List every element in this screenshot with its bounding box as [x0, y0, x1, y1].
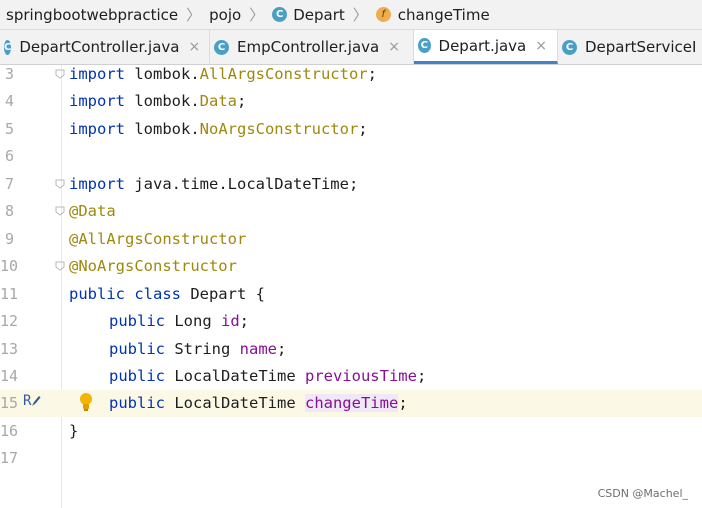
- code-line[interactable]: 11 public class Depart {: [0, 281, 702, 308]
- breadcrumb-item-package[interactable]: pojo: [209, 6, 241, 24]
- line-number: 7: [4, 175, 14, 193]
- code-line[interactable]: 16 }: [0, 418, 702, 445]
- line-number: 4: [4, 92, 14, 110]
- line-number: 8: [4, 202, 14, 220]
- line-number: 9: [4, 230, 14, 248]
- tab-label: EmpController.java: [237, 38, 380, 56]
- line-number: 16: [0, 422, 19, 440]
- line-number: 14: [0, 367, 19, 385]
- code-line[interactable]: 7 import java.time.LocalDateTime;: [0, 171, 702, 198]
- close-icon[interactable]: ×: [535, 38, 547, 54]
- code-text: import lombok.Data;: [69, 92, 247, 110]
- breadcrumb-item-field[interactable]: f changeTime: [375, 5, 490, 24]
- class-icon: C: [418, 38, 431, 53]
- class-icon: C: [214, 39, 229, 55]
- breadcrumb: springbootwebpractice 〉 pojo 〉 C Depart …: [0, 0, 702, 29]
- watermark: CSDN @Machel_: [597, 487, 688, 500]
- editor-tab-bar: C DepartController.java × C EmpControlle…: [0, 29, 702, 65]
- code-text: public String name;: [109, 340, 287, 358]
- code-text: public class Depart {: [69, 285, 265, 303]
- code-text: @Data: [69, 202, 116, 220]
- line-number: 13: [0, 340, 19, 358]
- fold-icon[interactable]: [55, 179, 65, 189]
- chevron-right-icon: 〉: [249, 6, 265, 24]
- code-line[interactable]: 8 @Data: [0, 198, 702, 225]
- line-number: 10: [0, 257, 19, 275]
- code-line[interactable]: 5 import lombok.NoArgsConstructor;: [0, 116, 702, 143]
- line-number: 5: [4, 120, 14, 138]
- line-number: 12: [0, 312, 19, 330]
- tab-empcontroller[interactable]: C EmpController.java ×: [210, 30, 414, 64]
- code-line[interactable]: 17: [0, 445, 702, 472]
- breadcrumb-label: pojo: [209, 5, 242, 24]
- chevron-right-icon: 〉: [186, 6, 202, 24]
- code-text: import lombok.NoArgsConstructor;: [69, 120, 368, 138]
- close-icon[interactable]: ×: [388, 39, 400, 55]
- tab-departservice[interactable]: C DepartServiceI: [558, 30, 702, 64]
- class-icon: C: [4, 39, 12, 55]
- breadcrumb-item-project[interactable]: springbootwebpractice: [6, 6, 178, 24]
- lightbulb-icon[interactable]: [78, 392, 94, 416]
- code-editor[interactable]: 3 import lombok.AllArgsConstructor; 4 im…: [0, 65, 702, 508]
- breadcrumb-item-class[interactable]: C Depart: [272, 6, 345, 24]
- line-number: 6: [4, 147, 14, 165]
- tab-label: DepartServiceI: [585, 38, 697, 56]
- code-line[interactable]: 3 import lombok.AllArgsConstructor;: [0, 61, 702, 88]
- code-text: public LocalDateTime previousTime;: [109, 367, 427, 385]
- code-text: public LocalDateTime changeTime;: [109, 394, 408, 412]
- tab-label: DepartController.java: [19, 38, 180, 56]
- tab-departcontroller[interactable]: C DepartController.java ×: [0, 30, 210, 64]
- fold-icon[interactable]: [55, 261, 65, 271]
- fold-icon[interactable]: [55, 206, 65, 216]
- code-line[interactable]: 12 public Long id;: [0, 308, 702, 335]
- code-line[interactable]: 6: [0, 143, 702, 170]
- line-number: 3: [4, 65, 14, 83]
- close-icon[interactable]: ×: [189, 39, 201, 55]
- class-icon: C: [562, 39, 577, 55]
- code-text: import lombok.AllArgsConstructor;: [69, 65, 377, 83]
- tab-label: Depart.java: [438, 36, 527, 55]
- code-text: public Long id;: [109, 312, 250, 330]
- code-line[interactable]: 14 public LocalDateTime previousTime;: [0, 363, 702, 390]
- breadcrumb-label: Depart: [293, 5, 345, 24]
- code-text: @AllArgsConstructor: [69, 230, 247, 248]
- edit-marker-icon[interactable]: R: [23, 393, 41, 409]
- code-line[interactable]: 10 @NoArgsConstructor: [0, 253, 702, 280]
- code-line[interactable]: 4 import lombok.Data;: [0, 88, 702, 115]
- breadcrumb-label: springbootwebpractice: [6, 5, 179, 24]
- code-line[interactable]: 9 @AllArgsConstructor: [0, 226, 702, 253]
- fold-icon[interactable]: [55, 69, 65, 79]
- line-number: 15: [0, 394, 19, 412]
- line-number: 17: [0, 449, 19, 467]
- code-text: import java.time.LocalDateTime;: [69, 175, 359, 193]
- code-text: @NoArgsConstructor: [69, 257, 237, 275]
- chevron-right-icon: 〉: [352, 6, 368, 24]
- field-icon: f: [375, 7, 391, 22]
- code-line-current[interactable]: 15 R public LocalDateTime changeTime;: [0, 390, 702, 417]
- breadcrumb-label: changeTime: [397, 5, 490, 24]
- tab-depart[interactable]: C Depart.java ×: [414, 30, 558, 64]
- code-line[interactable]: 13 public String name;: [0, 336, 702, 363]
- line-number: 11: [0, 285, 19, 303]
- code-text: }: [69, 422, 79, 440]
- class-icon: C: [272, 7, 288, 22]
